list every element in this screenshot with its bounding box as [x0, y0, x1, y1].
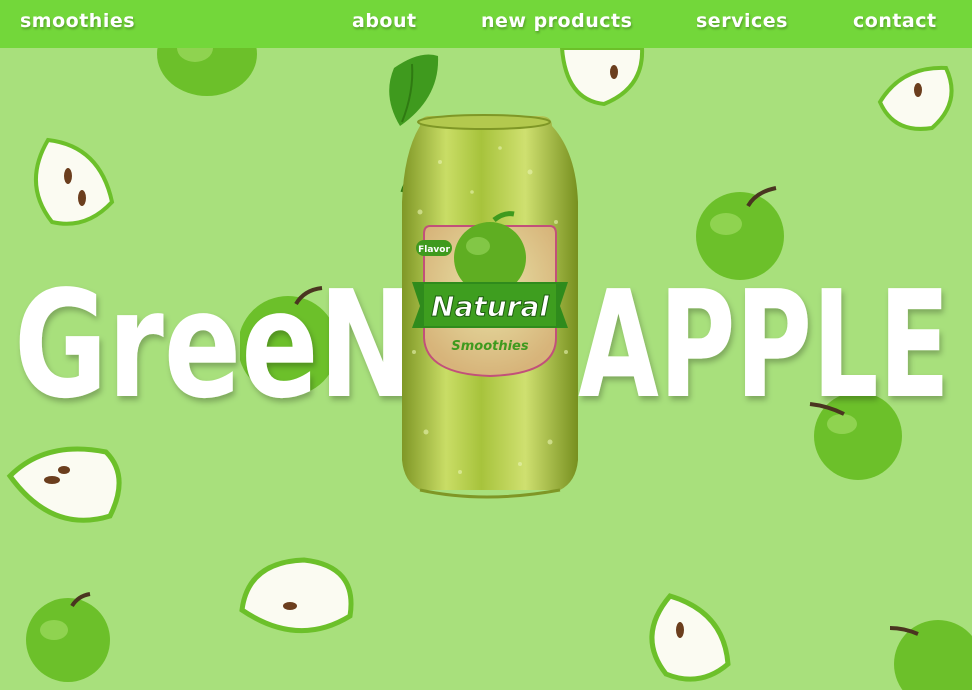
top-nav: smoothies about new products services co…	[0, 0, 972, 48]
nav-link-contact[interactable]: contact	[853, 10, 937, 32]
apple-whole-icon	[26, 592, 110, 682]
hero-title-right: APPLE	[578, 268, 950, 408]
can-brand: Natural	[431, 290, 549, 323]
apple-whole-icon	[696, 186, 784, 280]
apple-slice-icon	[6, 446, 122, 523]
brand-link[interactable]: smoothies	[20, 10, 135, 32]
apple-whole-icon	[889, 620, 972, 690]
apple-slice-icon	[239, 557, 354, 634]
apple-slice-icon	[649, 593, 731, 682]
nav-link-about[interactable]: about	[352, 10, 417, 32]
nav-link-new-products[interactable]: new products	[481, 10, 632, 32]
apple-slice-icon	[877, 65, 954, 131]
smoothie-can: Flavor Natural Smoothies	[389, 54, 578, 499]
nav-link-services[interactable]: services	[696, 10, 788, 32]
can-product: Smoothies	[451, 339, 529, 354]
apple-slice-icon	[34, 137, 115, 226]
flavor-badge: Flavor	[418, 245, 450, 255]
hero-title-left: GreeN	[14, 268, 414, 408]
